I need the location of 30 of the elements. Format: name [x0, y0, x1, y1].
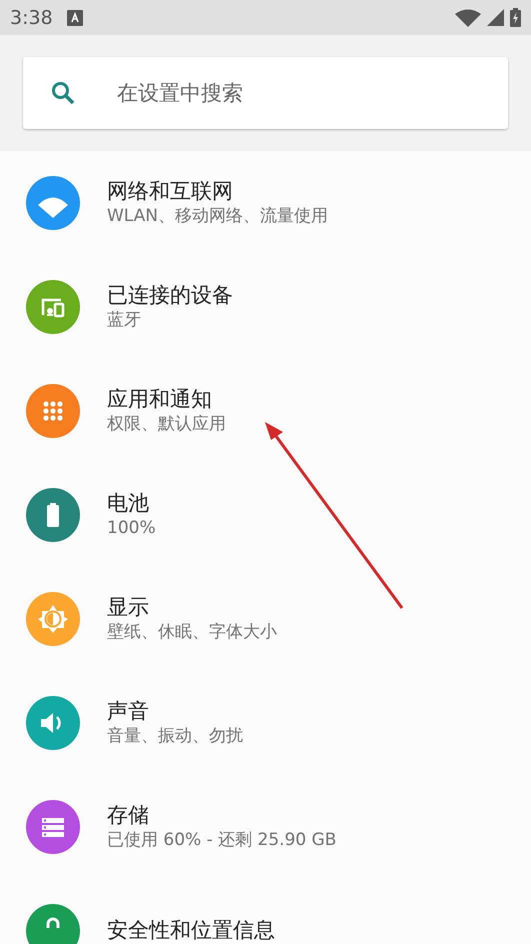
- storage-icon: [26, 800, 80, 854]
- setting-summary: 权限、默认应用: [107, 414, 226, 435]
- speaker-icon: [26, 696, 80, 750]
- brightness-icon: [26, 592, 80, 646]
- setting-summary: 100%: [107, 518, 156, 539]
- cell-signal-icon: [487, 9, 504, 26]
- setting-title[interactable]: 声音: [107, 699, 243, 724]
- setting-title[interactable]: 安全性和位置信息: [107, 918, 275, 944]
- setting-title[interactable]: 电池: [107, 491, 156, 516]
- battery-charging-icon: [510, 8, 521, 27]
- setting-summary: 壁纸、休眠、字体大小: [107, 622, 277, 643]
- setting-title[interactable]: 存储: [107, 803, 336, 828]
- keyboard-notification-icon: [66, 10, 83, 26]
- devices-icon: [26, 280, 80, 334]
- setting-title[interactable]: 已连接的设备: [107, 283, 233, 308]
- setting-summary: 蓝牙: [107, 310, 142, 331]
- search-bar[interactable]: 在设置中搜索: [23, 57, 508, 129]
- grid-icon: [26, 384, 80, 438]
- setting-title[interactable]: 应用和通知: [107, 387, 226, 412]
- wifi-icon: [26, 176, 80, 230]
- wifi-signal-icon: [455, 8, 481, 26]
- battery-icon: [26, 488, 80, 542]
- status-time: 3:38: [10, 6, 53, 28]
- setting-summary: WLAN、移动网络、流量使用: [107, 206, 328, 227]
- setting-title[interactable]: 网络和互联网: [107, 179, 328, 204]
- search-icon: [51, 81, 75, 105]
- setting-summary: 音量、振动、勿扰: [107, 726, 243, 747]
- setting-title[interactable]: 显示: [107, 595, 277, 620]
- search-input[interactable]: 在设置中搜索: [115, 80, 480, 106]
- setting-summary: 已使用 60% - 还剩 25.90 GB: [107, 830, 336, 851]
